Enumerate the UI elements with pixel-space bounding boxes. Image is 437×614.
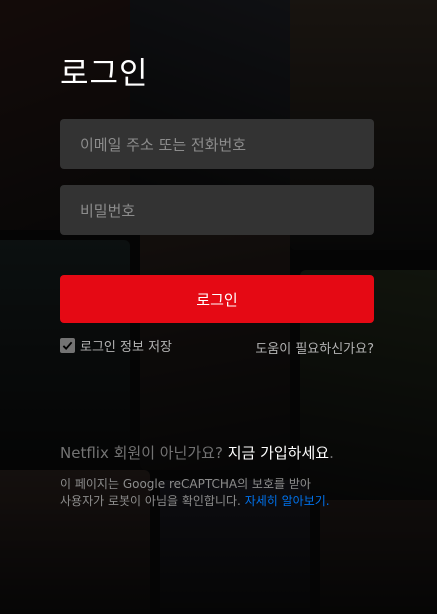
signup-link[interactable]: 지금 가입하세요: [228, 444, 329, 462]
login-button[interactable]: 로그인: [60, 275, 374, 323]
signup-suffix: .: [329, 444, 334, 462]
learn-more-link[interactable]: 자세히 알아보기.: [245, 494, 330, 508]
password-placeholder: 비밀번호: [80, 201, 136, 220]
signup-prefix: Netflix 회원이 아닌가요?: [60, 444, 223, 462]
remember-label: 로그인 정보 저장: [80, 340, 172, 355]
remember-checkbox[interactable]: [60, 338, 75, 353]
email-placeholder: 이메일 주소 또는 전화번호: [80, 135, 247, 154]
recaptcha-line-2: 사용자가 로봇이 아님을 확인합니다.: [60, 494, 241, 508]
check-icon: [62, 341, 73, 351]
recaptcha-line-1: 이 페이지는 Google reCAPTCHA의 보호를 받아: [60, 477, 311, 491]
signup-text: Netflix 회원이 아닌가요? 지금 가입하세요.: [60, 442, 334, 463]
page-title: 로그인: [60, 56, 149, 92]
email-field[interactable]: 이메일 주소 또는 전화번호: [60, 119, 374, 169]
help-link[interactable]: 도움이 필요하신가요?: [255, 338, 374, 357]
recaptcha-notice: 이 페이지는 Google reCAPTCHA의 보호를 받아 사용자가 로봇이…: [60, 476, 390, 510]
remember-me[interactable]: 로그인 정보 저장: [60, 336, 172, 355]
password-field[interactable]: 비밀번호: [60, 185, 374, 235]
